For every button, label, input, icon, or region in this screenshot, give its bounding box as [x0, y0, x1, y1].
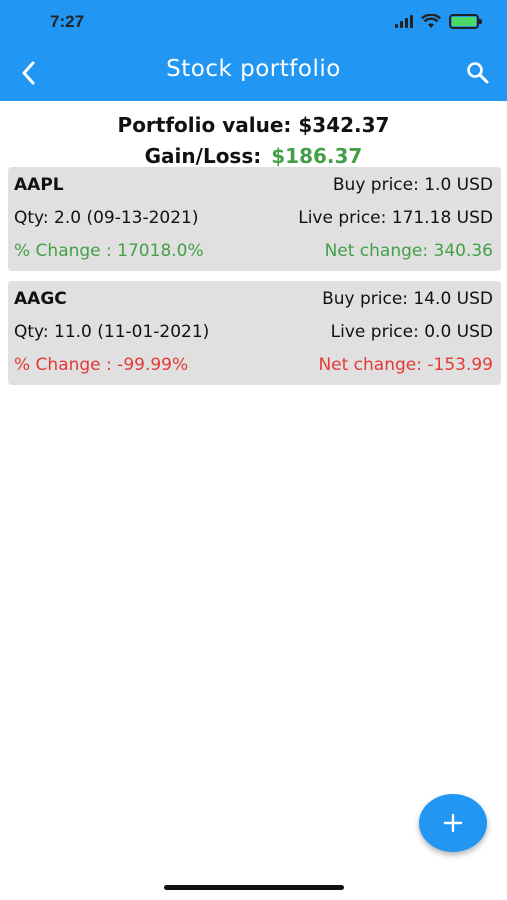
status-time: 7:27	[50, 12, 85, 31]
net-change: Net change: 340.36	[324, 241, 493, 261]
quantity-date: Qty: 2.0 (09-13-2021)	[14, 208, 199, 228]
percent-change: % Change : -99.99%	[14, 355, 189, 375]
wifi-icon	[421, 14, 441, 28]
net-change: Net change: -153.99	[318, 355, 493, 375]
holding-card[interactable]: AAGC Buy price: 14.0 USD Qty: 11.0 (11-0…	[8, 281, 501, 385]
cellular-signal-icon	[395, 15, 413, 28]
buy-price: Buy price: 1.0 USD	[332, 175, 493, 195]
status-icons	[395, 14, 482, 29]
ticker-symbol: AAPL	[14, 175, 64, 195]
live-price: Live price: 171.18 USD	[298, 208, 493, 228]
page-title: Stock portfolio	[166, 56, 341, 82]
add-stock-button[interactable]	[419, 794, 487, 852]
percent-change: % Change : 17018.0%	[14, 241, 204, 261]
gain-loss-label: Gain/Loss:	[144, 144, 262, 168]
buy-price: Buy price: 14.0 USD	[322, 289, 493, 309]
home-indicator[interactable]	[164, 885, 344, 890]
battery-charging-icon	[449, 14, 482, 29]
ticker-symbol: AAGC	[14, 289, 67, 309]
live-price: Live price: 0.0 USD	[330, 322, 493, 342]
app-bar: 7:27 Stock portfolio	[0, 0, 507, 101]
quantity-date: Qty: 11.0 (11-01-2021)	[14, 322, 210, 342]
search-icon[interactable]	[465, 60, 491, 86]
portfolio-value: Portfolio value: $342.37	[117, 113, 390, 137]
gain-loss-value: $186.37	[271, 144, 363, 168]
holding-card[interactable]: AAPL Buy price: 1.0 USD Qty: 2.0 (09-13-…	[8, 167, 501, 271]
gain-loss: Gain/Loss: $186.37	[0, 144, 507, 168]
plus-icon	[443, 813, 463, 833]
